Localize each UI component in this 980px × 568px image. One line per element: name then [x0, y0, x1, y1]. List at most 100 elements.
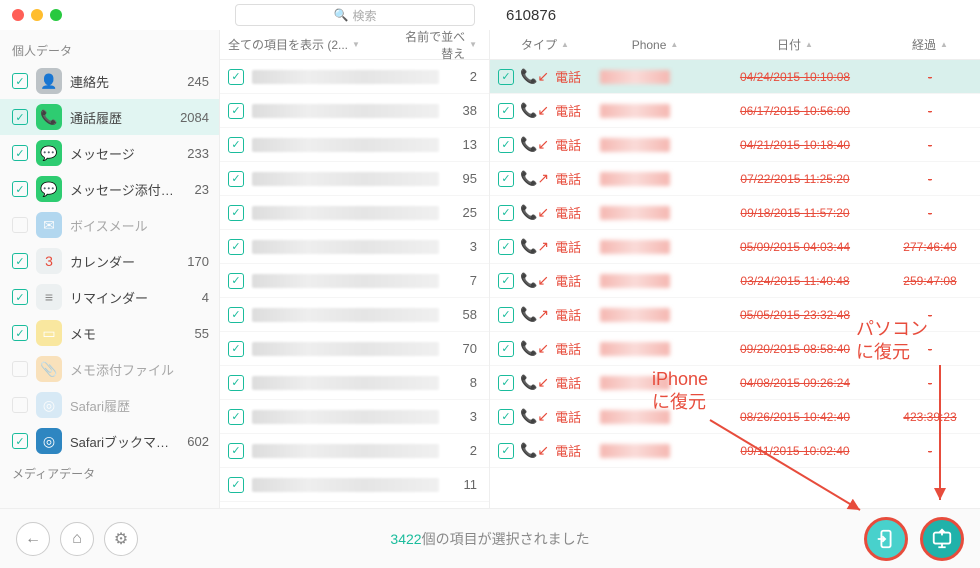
- zoom-window[interactable]: [50, 9, 62, 21]
- list-item[interactable]: ✓7: [220, 264, 489, 298]
- sidebar-label: 連絡先: [70, 72, 179, 91]
- sidebar-item[interactable]: ✓ 💬 メッセージ 233: [0, 135, 219, 171]
- checkbox[interactable]: ✓: [228, 205, 244, 221]
- call-direction-icon: 📞↙: [520, 340, 549, 357]
- item-count: 25: [447, 205, 477, 220]
- call-duration: 423:39:23: [880, 410, 980, 424]
- checkbox[interactable]: ✓: [228, 69, 244, 85]
- list-item[interactable]: ✓3: [220, 230, 489, 264]
- sidebar-item[interactable]: ✓ ◎ Safariブックマ… 602: [0, 423, 219, 459]
- filter-dropdown[interactable]: 全ての項目を表示 (2...▼: [220, 36, 399, 53]
- checkbox[interactable]: ✓: [498, 69, 514, 85]
- call-row[interactable]: ✓📞↗電話 07/22/2015 11:25:20 -: [490, 162, 980, 196]
- list-item[interactable]: ✓8: [220, 366, 489, 400]
- checkbox[interactable]: ✓: [12, 289, 28, 305]
- list-item[interactable]: ✓70: [220, 332, 489, 366]
- checkbox[interactable]: ✓: [228, 273, 244, 289]
- checkbox[interactable]: ✓: [498, 137, 514, 153]
- checkbox[interactable]: ✓: [498, 443, 514, 459]
- checkbox[interactable]: ✓: [228, 341, 244, 357]
- checkbox[interactable]: ✓: [228, 409, 244, 425]
- sidebar-item[interactable]: ✓ ≡ リマインダー 4: [0, 279, 219, 315]
- checkbox[interactable]: ✓: [228, 171, 244, 187]
- traffic-lights: [0, 9, 220, 21]
- col-duration[interactable]: 経過▲: [880, 36, 980, 53]
- sidebar-count: 23: [195, 182, 209, 197]
- list-item[interactable]: ✓38: [220, 94, 489, 128]
- sidebar-item[interactable]: ✓ 👤 連絡先 245: [0, 63, 219, 99]
- sidebar-item[interactable]: ✓ ▭ メモ 55: [0, 315, 219, 351]
- checkbox[interactable]: ✓: [498, 171, 514, 187]
- call-row[interactable]: ✓📞↙電話 04/21/2015 10:18:40 -: [490, 128, 980, 162]
- checkbox[interactable]: ✓: [12, 433, 28, 449]
- minimize-window[interactable]: [31, 9, 43, 21]
- call-row[interactable]: ✓📞↙電話 09/11/2015 10:02:40 -: [490, 434, 980, 468]
- col-phone[interactable]: Phone▲: [600, 38, 710, 52]
- checkbox[interactable]: ✓: [228, 443, 244, 459]
- call-row[interactable]: ✓📞↙電話 04/08/2015 09:26:24 -: [490, 366, 980, 400]
- back-button[interactable]: ←: [16, 522, 50, 556]
- checkbox[interactable]: ✓: [12, 397, 28, 413]
- call-row[interactable]: ✓📞↗電話 05/05/2015 23:32:48 -: [490, 298, 980, 332]
- contact-list-panel: 全ての項目を表示 (2...▼ 名前で並べ替え▼ ✓2✓38✓13✓95✓25✓…: [220, 30, 490, 508]
- checkbox[interactable]: ✓: [228, 137, 244, 153]
- list-item[interactable]: ✓3: [220, 400, 489, 434]
- sidebar-item[interactable]: ✓ 3 カレンダー 170: [0, 243, 219, 279]
- list-item[interactable]: ✓95: [220, 162, 489, 196]
- sidebar-item[interactable]: ✓ 💬 メッセージ添付… 23: [0, 171, 219, 207]
- checkbox[interactable]: ✓: [12, 73, 28, 89]
- checkbox[interactable]: ✓: [498, 375, 514, 391]
- checkbox[interactable]: ✓: [498, 341, 514, 357]
- checkbox[interactable]: ✓: [498, 273, 514, 289]
- call-row[interactable]: ✓📞↙電話 08/26/2015 10:42:40 423:39:23: [490, 400, 980, 434]
- checkbox[interactable]: ✓: [12, 253, 28, 269]
- home-button[interactable]: ⌂: [60, 522, 94, 556]
- checkbox[interactable]: ✓: [228, 307, 244, 323]
- sort-dropdown[interactable]: 名前で並べ替え▼: [399, 30, 489, 62]
- call-row[interactable]: ✓📞↙電話 09/20/2015 08:58:40 -: [490, 332, 980, 366]
- sidebar-count: 245: [187, 74, 209, 89]
- checkbox[interactable]: ✓: [228, 103, 244, 119]
- list-item[interactable]: ✓13: [220, 128, 489, 162]
- restore-to-iphone-button[interactable]: [864, 517, 908, 561]
- search-input[interactable]: 🔍 検索: [235, 4, 475, 26]
- checkbox[interactable]: ✓: [12, 361, 28, 377]
- sidebar-label: カレンダー: [70, 252, 179, 271]
- call-row[interactable]: ✓📞↙電話 03/24/2015 11:40:48 259:47:08: [490, 264, 980, 298]
- checkbox[interactable]: ✓: [228, 477, 244, 493]
- call-row[interactable]: ✓📞↙電話 04/24/2015 10:10:08 -: [490, 60, 980, 94]
- call-date: 09/11/2015 10:02:40: [710, 444, 880, 458]
- sidebar-item[interactable]: ✓ 📞 通話履歴 2084: [0, 99, 219, 135]
- col-type[interactable]: タイプ▲: [490, 36, 600, 53]
- checkbox[interactable]: ✓: [498, 205, 514, 221]
- list-item[interactable]: ✓58: [220, 298, 489, 332]
- sidebar-item[interactable]: ✓ ✉ ボイスメール: [0, 207, 219, 243]
- call-duration: -: [880, 138, 980, 152]
- checkbox[interactable]: ✓: [12, 145, 28, 161]
- checkbox[interactable]: ✓: [498, 103, 514, 119]
- sidebar-item[interactable]: ✓ 📎 メモ添付ファイル: [0, 351, 219, 387]
- list-item[interactable]: ✓ 25: [220, 196, 489, 230]
- checkbox[interactable]: ✓: [12, 325, 28, 341]
- blurred-name: [252, 138, 439, 152]
- checkbox[interactable]: ✓: [228, 239, 244, 255]
- call-row[interactable]: ✓📞↗電話 05/09/2015 04:03:44 277:46:40: [490, 230, 980, 264]
- col-date[interactable]: 日付▲: [710, 36, 880, 53]
- restore-to-computer-button[interactable]: [920, 517, 964, 561]
- checkbox[interactable]: ✓: [12, 109, 28, 125]
- list-item[interactable]: ✓2: [220, 60, 489, 94]
- call-row[interactable]: ✓📞↙電話 06/17/2015 10:56:00 -: [490, 94, 980, 128]
- list-item[interactable]: ✓11: [220, 468, 489, 502]
- checkbox[interactable]: ✓: [498, 239, 514, 255]
- list-item[interactable]: ✓2: [220, 434, 489, 468]
- blurred-name: [252, 172, 439, 186]
- call-row[interactable]: ✓📞↙電話 09/18/2015 11:57:20 -: [490, 196, 980, 230]
- checkbox[interactable]: ✓: [498, 307, 514, 323]
- checkbox[interactable]: ✓: [498, 409, 514, 425]
- checkbox[interactable]: ✓: [12, 217, 28, 233]
- close-window[interactable]: [12, 9, 24, 21]
- sidebar-item[interactable]: ✓ ◎ Safari履歴: [0, 387, 219, 423]
- settings-button[interactable]: ⚙: [104, 522, 138, 556]
- checkbox[interactable]: ✓: [12, 181, 28, 197]
- checkbox[interactable]: ✓: [228, 375, 244, 391]
